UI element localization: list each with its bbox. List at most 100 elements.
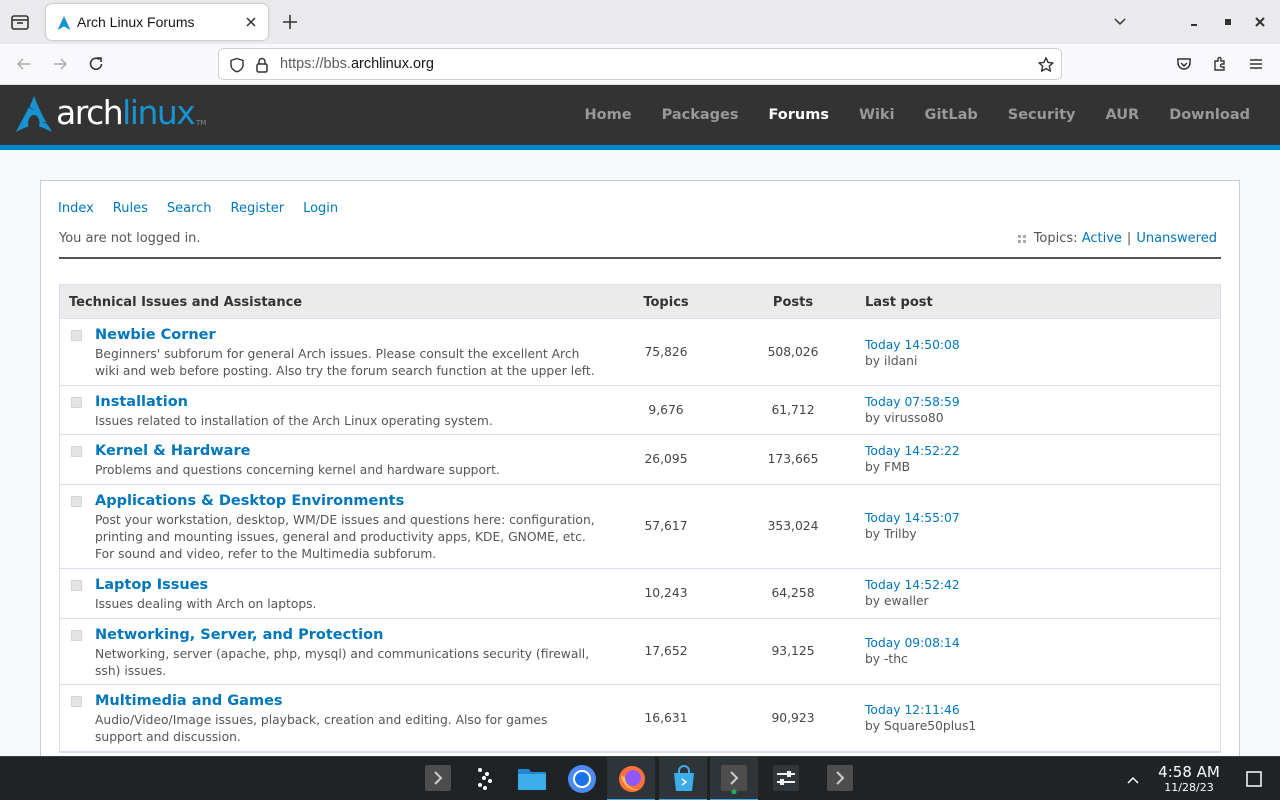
menu-rules[interactable]: Rules — [113, 201, 148, 216]
chevron-down-icon[interactable] — [1112, 14, 1128, 30]
clock-date[interactable]: 11/28/23 — [1150, 781, 1228, 794]
last-post-author: by FMB — [865, 460, 911, 474]
extensions-icon[interactable] — [1211, 55, 1229, 73]
topics-count: 16,631 — [644, 711, 688, 725]
forum-status-icon — [71, 496, 82, 507]
forum-content: Index Rules Search Register Login You ar… — [40, 180, 1240, 780]
last-post-link[interactable]: Today 09:08:14 — [865, 635, 960, 651]
nav-security[interactable]: Security — [1008, 107, 1076, 123]
reload-icon[interactable] — [87, 55, 105, 73]
unanswered-topics-link[interactable]: Unanswered — [1136, 231, 1217, 246]
url-bar[interactable]: https://bbs.archlinux.org — [218, 48, 1062, 80]
forum-description: Audio/Video/Image issues, playback, crea… — [95, 713, 548, 744]
header-posts: Posts — [772, 295, 814, 310]
topics-separator: | — [1126, 231, 1132, 246]
last-post: Today 14:55:07 by Trilby — [865, 510, 960, 542]
last-post-link[interactable]: Today 12:11:46 — [865, 702, 976, 718]
forum-link[interactable]: Applications & Desktop Environments — [95, 493, 404, 509]
url-text[interactable]: https://bbs.archlinux.org — [280, 56, 434, 72]
forum-link[interactable]: Newbie Corner — [95, 327, 216, 343]
chevron-up-icon[interactable] — [1125, 772, 1141, 788]
table-row: Multimedia and Games Audio/Video/Image i… — [60, 685, 1220, 752]
terminal-icon — [721, 765, 747, 794]
login-status: You are not logged in. — [59, 231, 201, 246]
nav-gitlab[interactable]: GitLab — [925, 107, 978, 123]
forum-link[interactable]: Networking, Server, and Protection — [95, 627, 383, 643]
close-tab-icon[interactable] — [242, 13, 260, 31]
shield-icon[interactable] — [229, 57, 245, 73]
posts-count: 64,258 — [771, 586, 815, 600]
pocket-icon[interactable] — [1175, 55, 1193, 73]
last-post: Today 09:08:14 by -thc — [865, 635, 960, 667]
forum-description: Issues dealing with Arch on laptops. — [95, 597, 317, 611]
nav-forums[interactable]: Forums — [768, 107, 829, 123]
taskbar-system-settings[interactable] — [762, 757, 810, 800]
arch-logo-wordmark: archlinux — [56, 93, 196, 132]
taskbar-terminal[interactable] — [414, 757, 462, 800]
forum-status-icon — [71, 446, 82, 457]
minimize-icon[interactable] — [1186, 14, 1202, 30]
nav-aur[interactable]: AUR — [1105, 107, 1139, 123]
back-icon[interactable] — [15, 55, 33, 73]
menu-register[interactable]: Register — [231, 201, 285, 216]
forum-description: Beginners' subforum for general Arch iss… — [95, 347, 595, 378]
forum-link[interactable]: Kernel & Hardware — [95, 443, 250, 459]
taskbar-file-manager[interactable] — [507, 757, 555, 800]
forum-description: Post your workstation, desktop, WM/DE is… — [95, 513, 595, 561]
header-topics: Topics — [643, 295, 689, 310]
taskbar-chromium[interactable] — [557, 757, 605, 800]
tab-list-icon[interactable] — [8, 10, 32, 34]
new-tab-icon[interactable] — [280, 12, 300, 32]
last-post-author: by ildani — [865, 354, 918, 368]
forum-link[interactable]: Laptop Issues — [95, 577, 208, 593]
close-window-icon[interactable] — [1252, 14, 1268, 30]
forum-link[interactable]: Installation — [95, 394, 188, 410]
taskbar-app-launcher[interactable] — [460, 757, 508, 800]
last-post-link[interactable]: Today 14:52:22 — [865, 443, 960, 459]
nav-wiki[interactable]: Wiki — [859, 107, 895, 123]
nav-download[interactable]: Download — [1169, 107, 1250, 123]
active-topics-link[interactable]: Active — [1082, 231, 1122, 246]
posts-count: 173,665 — [767, 452, 819, 466]
nav-packages[interactable]: Packages — [662, 107, 739, 123]
tab-title: Arch Linux Forums — [77, 14, 195, 30]
table-header: Technical Issues and Assistance Topics P… — [60, 285, 1220, 319]
taskbar: 4:58 AM 11/28/23 — [0, 756, 1280, 800]
last-post-link[interactable]: Today 14:52:42 — [865, 577, 960, 593]
bookmark-star-icon[interactable] — [1037, 56, 1055, 74]
taskbar-terminal-2[interactable] — [816, 757, 864, 800]
taskbar-software-store[interactable] — [659, 757, 707, 800]
forum-description: Networking, server (apache, php, mysql) … — [95, 647, 590, 678]
arch-logo[interactable]: archlinux TM — [16, 93, 216, 135]
menu-index[interactable]: Index — [58, 201, 94, 216]
posts-count: 93,125 — [771, 644, 815, 658]
table-row: Newbie Corner Beginners' subforum for ge… — [60, 319, 1220, 386]
taskbar-firefox[interactable] — [607, 757, 655, 800]
last-post: Today 14:52:22 by FMB — [865, 443, 960, 475]
last-post-author: by virusso80 — [865, 411, 944, 425]
posts-count: 61,712 — [771, 403, 815, 417]
app-launcher-icon — [478, 768, 492, 790]
lock-icon[interactable] — [255, 57, 269, 73]
posts-count: 353,024 — [767, 519, 819, 533]
clock-time[interactable]: 4:58 AM — [1150, 763, 1228, 781]
last-post-link[interactable]: Today 14:55:07 — [865, 510, 960, 526]
chromium-icon — [568, 765, 596, 793]
browser-tab[interactable]: Arch Linux Forums — [46, 4, 268, 40]
last-post-link[interactable]: Today 07:58:59 — [865, 394, 960, 410]
forum-status-icon — [71, 397, 82, 408]
last-post-link[interactable]: Today 14:50:08 — [865, 337, 960, 353]
menu-icon[interactable] — [1247, 55, 1265, 73]
menu-login[interactable]: Login — [303, 201, 338, 216]
site-header: archlinux TM Home Packages Forums Wiki G… — [0, 85, 1280, 145]
forum-status-icon — [71, 696, 82, 707]
maximize-icon[interactable] — [1220, 14, 1236, 30]
show-desktop-icon[interactable] — [1245, 770, 1263, 788]
nav-home[interactable]: Home — [585, 107, 632, 123]
last-post: Today 14:52:42 by ewaller — [865, 577, 960, 609]
forward-icon[interactable] — [51, 55, 69, 73]
forum-link[interactable]: Multimedia and Games — [95, 693, 283, 709]
taskbar-terminal-new[interactable] — [710, 757, 758, 800]
table-row: Networking, Server, and Protection Netwo… — [60, 619, 1220, 685]
menu-search[interactable]: Search — [167, 201, 212, 216]
